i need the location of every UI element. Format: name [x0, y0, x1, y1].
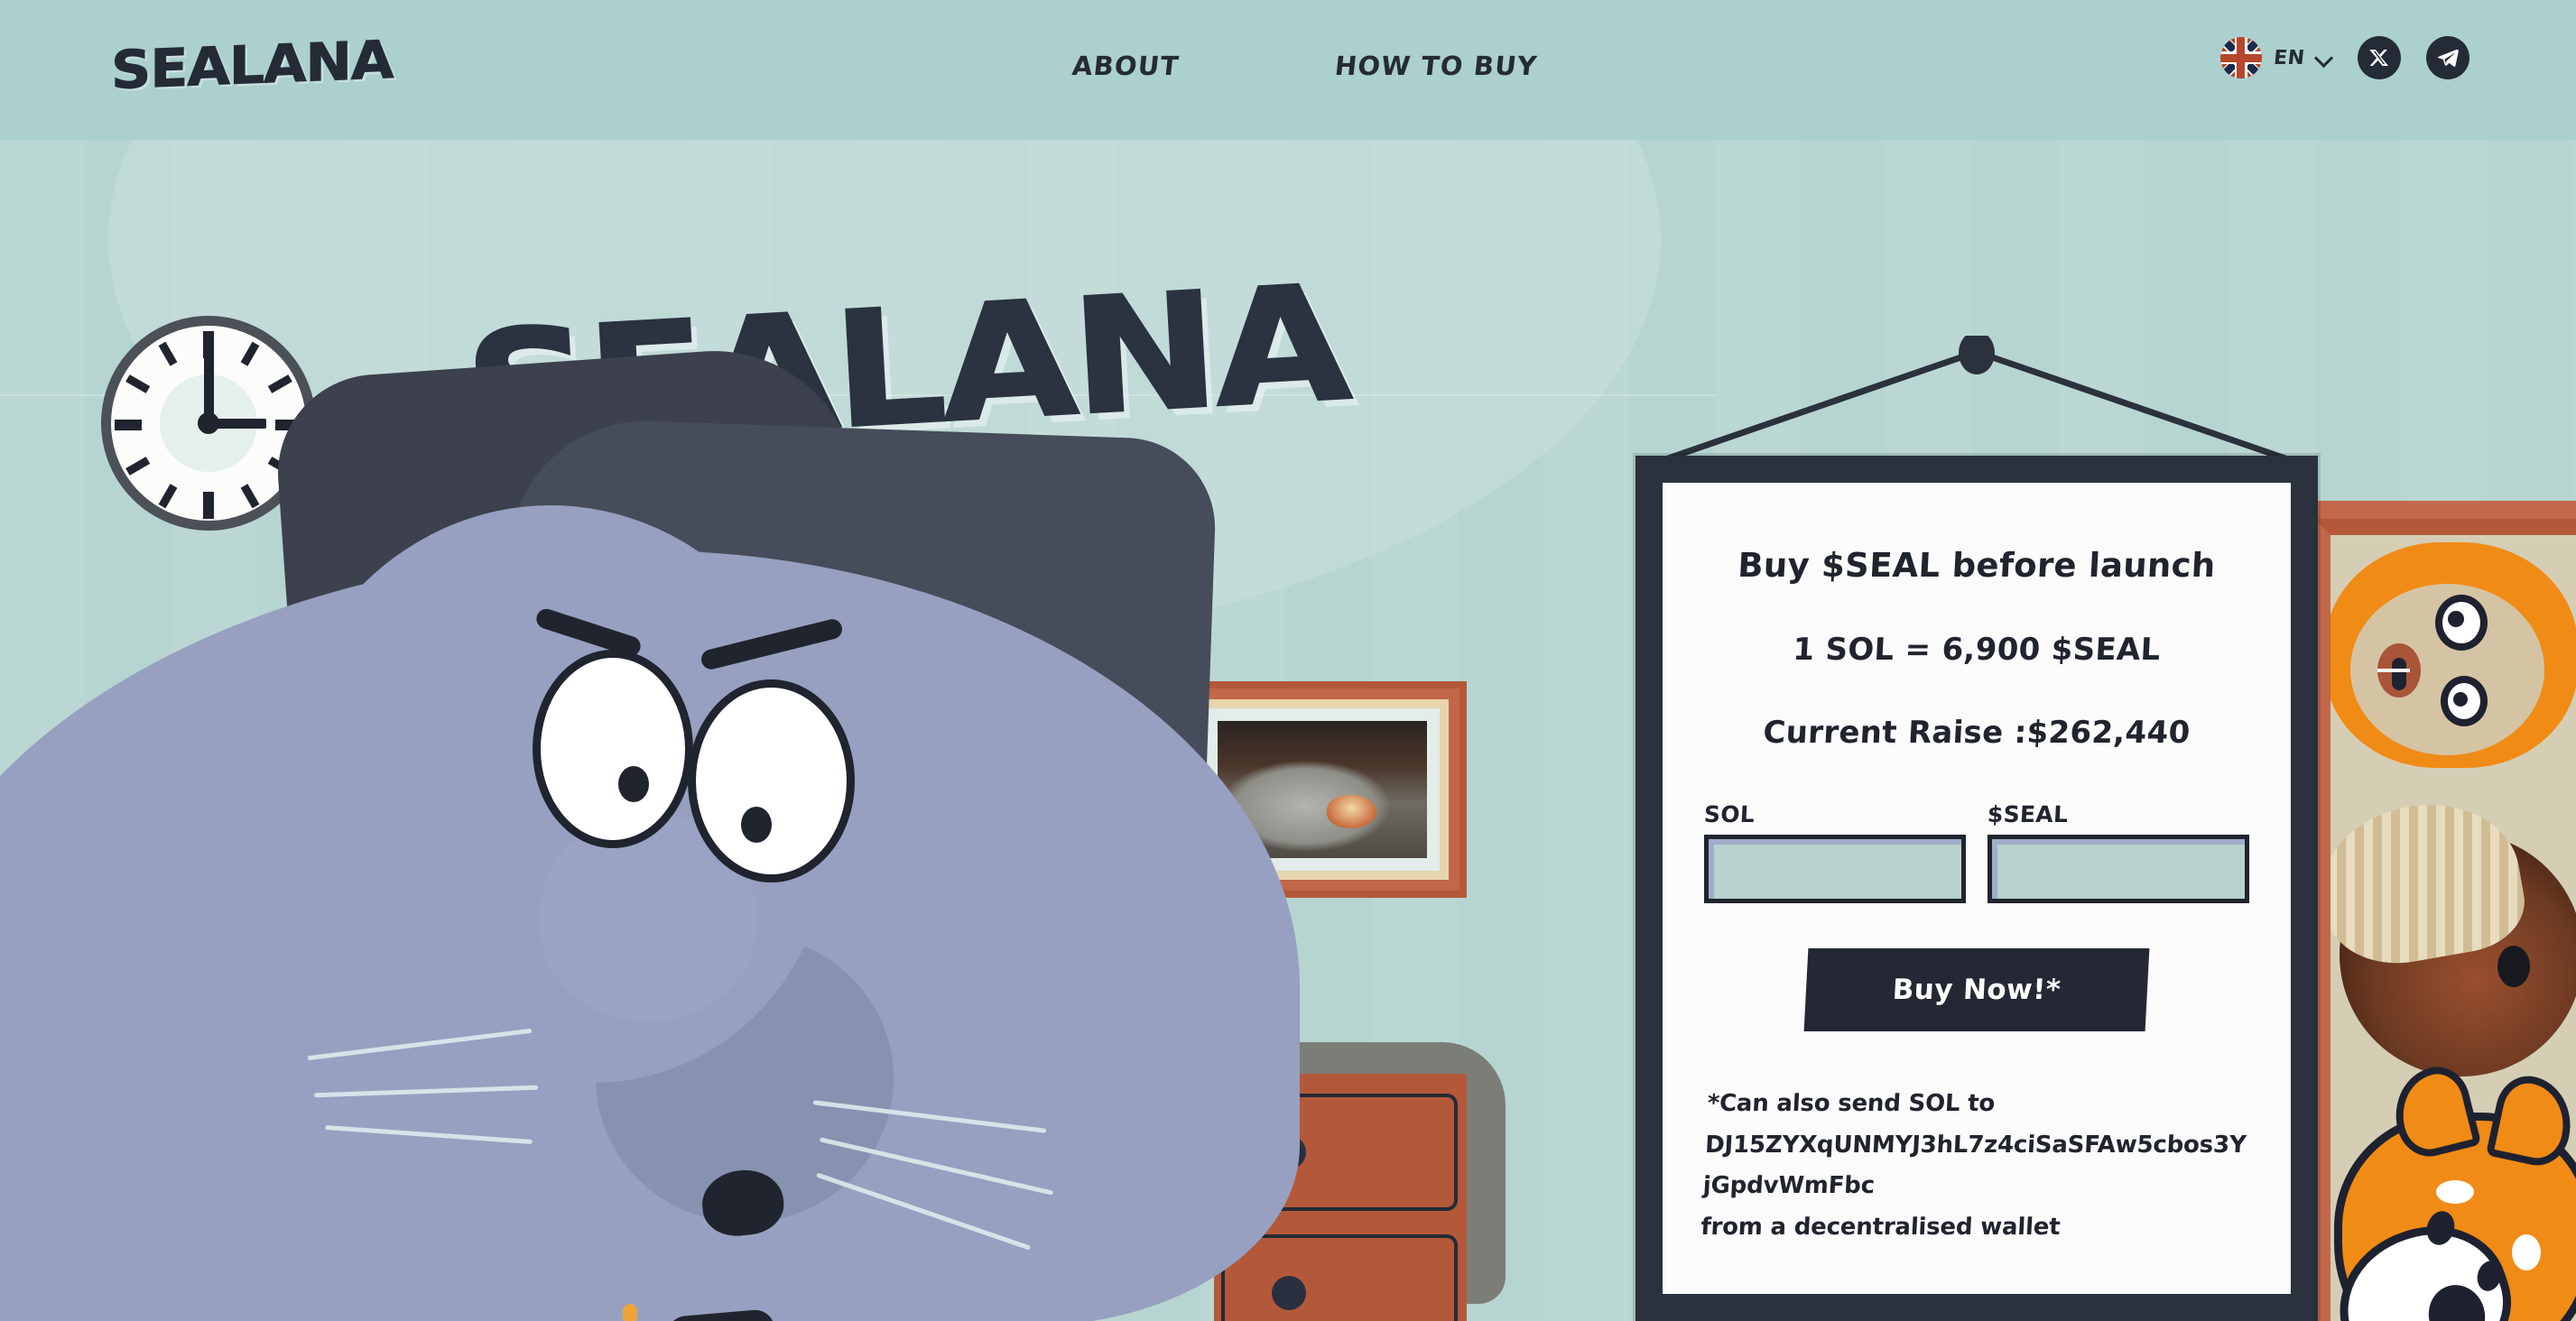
panel-hanging-wire [1666, 336, 2287, 462]
seal-eye-right [688, 679, 855, 882]
nav-link-about[interactable]: ABOUT [1070, 51, 1181, 81]
blob-eye-upper [2435, 595, 2488, 651]
current-raise: Current Raise :$262,440 [1762, 715, 2191, 751]
seal-eye-left [533, 650, 693, 848]
drawer-knob [1272, 1276, 1306, 1310]
clock-minute-hand [203, 344, 214, 423]
doorway [2314, 519, 2576, 1321]
note-prefix: *Can also send SOL to [1706, 1090, 1996, 1117]
blob-eye-lower [2441, 676, 2488, 726]
telegram-icon[interactable] [2426, 36, 2469, 79]
clock-hub [198, 412, 219, 434]
brand-logo[interactable]: SEALANA [111, 28, 394, 101]
note-suffix: from a decentralised wallet [1700, 1213, 2062, 1241]
language-code: EN [2272, 46, 2306, 69]
uk-flag-icon [2219, 37, 2262, 79]
sol-field-label: SOL [1703, 801, 1756, 827]
conversion-rate: 1 SOL = 6,900 $SEAL [1792, 632, 2162, 668]
site-header: SEALANA ABOUT HOW TO BUY EN [0, 0, 2576, 140]
buy-panel: Buy $SEAL before launch 1 SOL = 6,900 $S… [1635, 456, 2318, 1321]
shiba-inu-dog [2330, 1060, 2576, 1321]
chevron-down-icon [2316, 50, 2332, 66]
swap-fields: SOL $SEAL [1703, 801, 2249, 903]
main-nav: ABOUT HOW TO BUY [1070, 51, 1539, 81]
page-root: SEALANA SEALANA ABOUT HOW TO BUY EN Buy … [0, 0, 2576, 1321]
sol-field: SOL [1703, 801, 1966, 903]
send-sol-note: *Can also send SOL to DJ15ZYXqUNMYJ3hL7z… [1700, 1084, 2254, 1248]
buy-panel-inner: Buy $SEAL before launch 1 SOL = 6,900 $S… [1650, 470, 2303, 1307]
seal-field: $SEAL [1987, 801, 2249, 903]
wallet-address[interactable]: DJ15ZYXqUNMYJ3hL7z4ciSaSFAw5cbos3YjGpdvW… [1702, 1125, 2252, 1207]
header-right-controls: EN [2219, 36, 2469, 79]
language-selector[interactable]: EN [2219, 37, 2332, 79]
seal-field-label: $SEAL [1987, 801, 2070, 827]
drawer-bottom[interactable] [1221, 1234, 1458, 1321]
x-twitter-icon[interactable] [2358, 36, 2401, 79]
nav-link-how-to-buy[interactable]: HOW TO BUY [1333, 51, 1539, 81]
hooded-blob-character [2330, 542, 2576, 768]
buy-panel-heading: Buy $SEAL before launch [1737, 546, 2217, 585]
buy-now-button[interactable]: Buy Now!* [1803, 948, 2150, 1031]
seal-input[interactable] [1988, 835, 2249, 903]
sol-input[interactable] [1704, 835, 1966, 903]
